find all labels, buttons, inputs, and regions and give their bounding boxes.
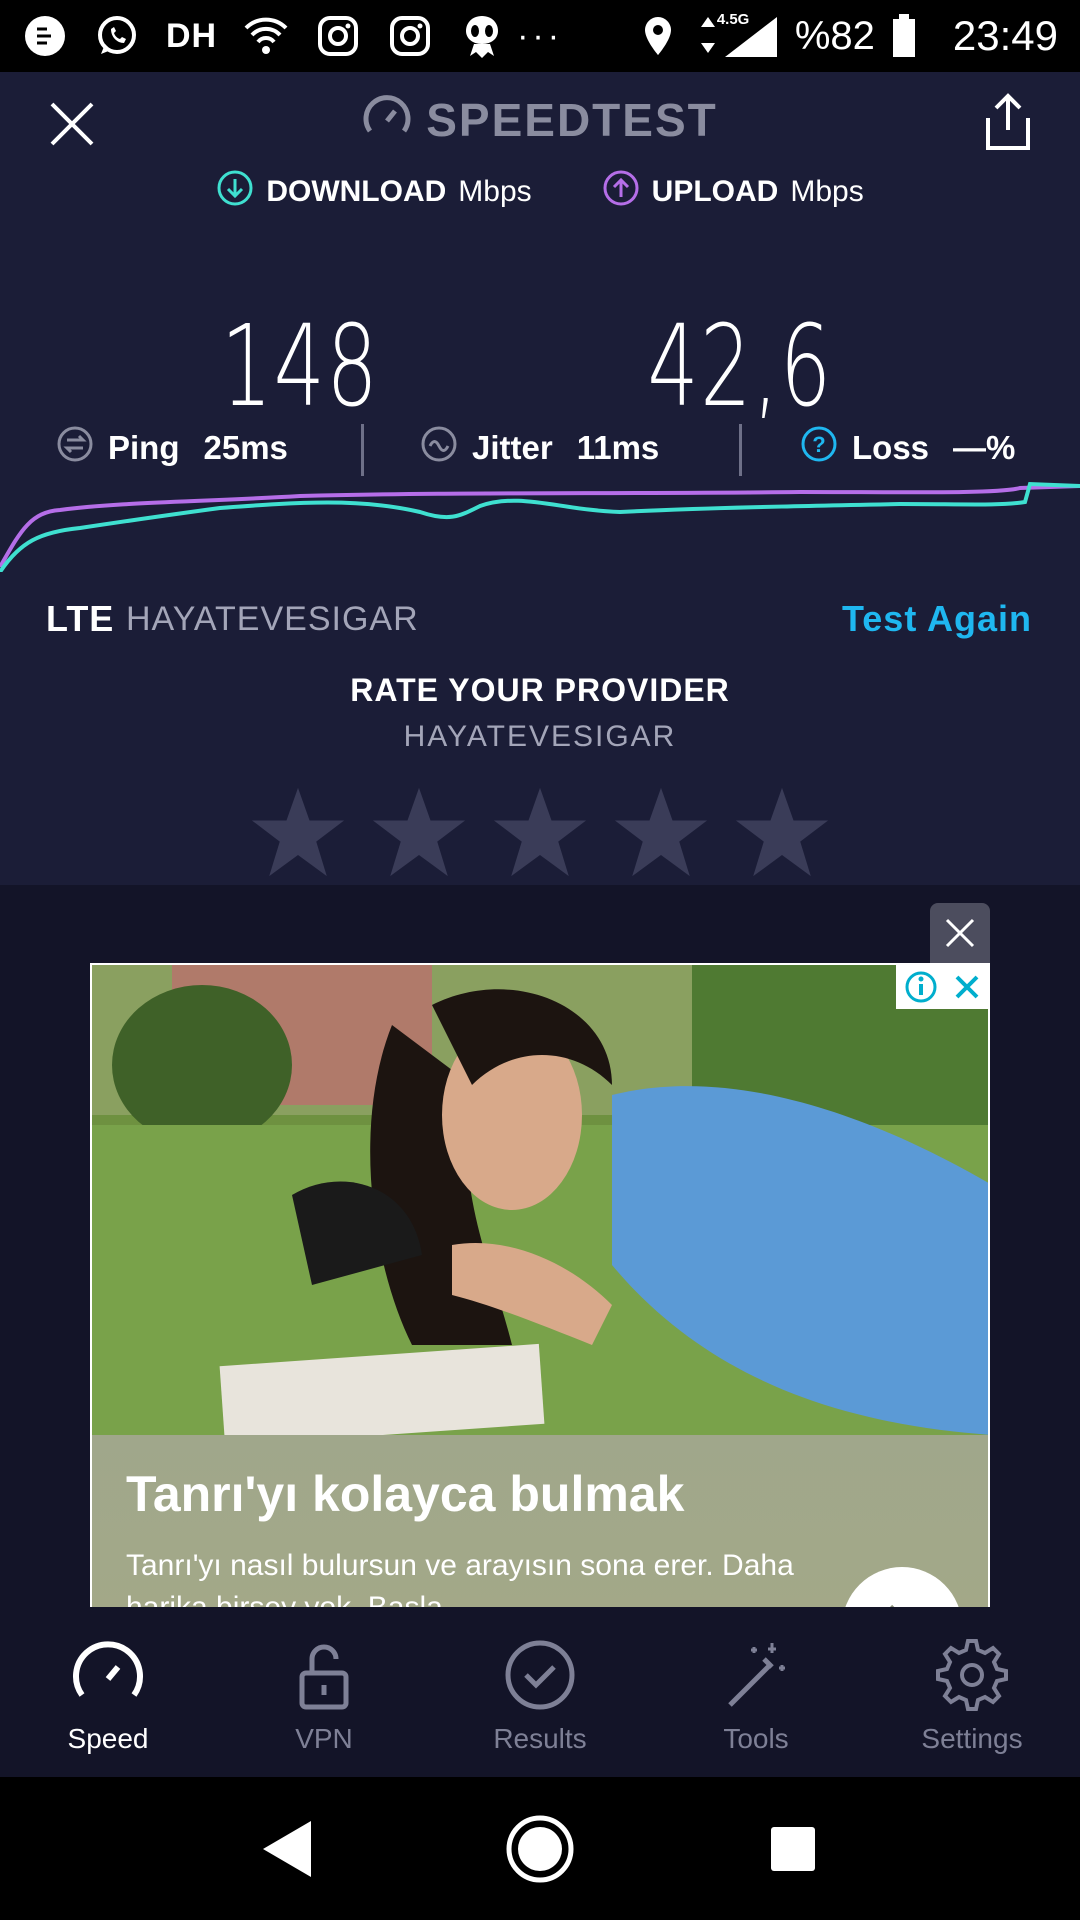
ad-card[interactable]: Tanrı'yı kolayca bulmak Tanrı'yı nasıl b… [90,963,990,1607]
ad-headline[interactable]: Tanrı'yı kolayca bulmak [126,1465,684,1523]
instagram-icon [387,13,433,59]
upload-label: UPLOAD [651,175,779,208]
ping-icon [56,425,94,471]
star-icon[interactable] [250,784,346,880]
tab-settings[interactable]: Settings [864,1607,1080,1777]
upload-speed-line [0,484,1080,568]
speed-graph [0,481,1080,572]
home-icon[interactable] [500,1809,580,1889]
ping-value: 25ms [203,429,288,466]
magic-wand-icon [728,1643,785,1707]
download-header: DOWNLOAD Mbps [216,169,532,215]
star-icon[interactable] [613,784,709,880]
test-again-button[interactable]: Test Again [842,598,1032,640]
lock-icon [299,1644,349,1710]
ad-text-panel[interactable]: Tanrı'yı kolayca bulmak Tanrı'yı nasıl b… [92,1435,988,1607]
help-icon[interactable]: ? [800,425,838,471]
app-title: SPEEDTEST [426,94,718,146]
star-icon[interactable] [734,784,830,880]
provider-row: LTE HAYATEVESIGAR Test Again [0,592,1080,648]
download-speed-line [0,481,1080,572]
status-bar: DH ··· 4.5G %82 23:49 [0,0,1080,72]
jitter-label: Jitter [472,429,553,466]
wifi-icon [243,13,289,59]
check-circle-icon [505,1640,575,1710]
download-label: DOWNLOAD [266,175,447,208]
svg-text:?: ? [812,432,825,457]
ad-body[interactable]: Tanrı'yı nasıl bulursun ve arayısın sona… [126,1545,826,1607]
share-icon[interactable] [980,92,1036,152]
network-type: 4.5G [716,11,750,28]
ad-area: Tanrı'yı kolayca bulmak Tanrı'yı nasıl b… [0,885,1080,1607]
tab-tools[interactable]: Tools [648,1607,864,1777]
jitter-icon [420,425,458,471]
upload-value: 42,6 [647,302,833,432]
speedtest-logo-icon [362,93,412,148]
instagram-icon [315,13,361,59]
info-icon[interactable] [904,970,938,1004]
loss-label: Loss [852,429,930,466]
loss-stat[interactable]: ? Loss —% [800,425,1015,471]
metrics-header: DOWNLOAD Mbps UPLOAD Mbps [0,168,1080,216]
gear-icon [936,1639,1008,1711]
clock: 23:49 [952,12,1058,59]
alien-badge-icon [459,13,505,59]
tab-label: Speed [67,1723,149,1754]
rate-provider-title: RATE YOUR PROVIDER [350,672,730,708]
upload-arrow-icon [602,169,640,215]
rate-provider-name: HAYATEVESIGAR [403,720,677,753]
ad-dismiss-icon[interactable] [953,973,981,1001]
battery-icon [889,13,919,59]
tab-vpn[interactable]: VPN [216,1607,432,1777]
download-value: 148 [220,302,380,432]
download-arrow-icon [216,169,254,215]
speedometer-icon [73,1641,143,1697]
location-icon [635,13,681,59]
ad-arrow-button[interactable] [842,1567,962,1607]
star-icon[interactable] [492,784,588,880]
app-brand: SPEEDTEST [362,93,718,148]
ping-label: Ping [108,429,180,466]
upload-unit: Mbps [790,175,864,208]
ping-stat: Ping 25ms [56,425,288,471]
top-bar: SPEEDTEST [0,72,1080,168]
stat-divider [361,424,364,476]
rating-stars [250,784,830,880]
bottom-tab-bar: Speed VPN Results Tools Settings [0,1607,1080,1777]
close-icon[interactable] [44,96,100,152]
ad-image[interactable] [92,965,990,1465]
tab-speed[interactable]: Speed [0,1607,216,1777]
chat-app-icon [22,13,68,59]
speedtest-result-screen: SPEEDTEST DOWNLOAD Mbps UPLOAD Mbps 148 … [0,72,1080,885]
back-icon[interactable] [247,1809,327,1889]
ad-choices[interactable] [896,965,988,1009]
system-nav-bar [0,1777,1080,1920]
tab-label: Tools [723,1723,789,1754]
tab-label: Settings [921,1723,1023,1754]
chevron-right-icon [890,1604,895,1607]
provider-name: HAYATEVESIGAR [126,600,419,638]
more-notifications-icon: ··· [517,16,564,55]
jitter-value: 11ms [576,429,660,466]
recents-icon[interactable] [753,1809,833,1889]
upload-header: UPLOAD Mbps [602,169,864,215]
ad-close-icon[interactable] [930,903,990,963]
tab-label: Results [493,1723,587,1754]
star-icon[interactable] [371,784,467,880]
whatsapp-icon [94,13,140,59]
connection-type: LTE [46,598,115,639]
jitter-stat: Jitter 11ms [420,425,659,471]
tab-results[interactable]: Results [432,1607,648,1777]
tab-label: VPN [295,1723,353,1754]
battery-percent: %82 [794,13,875,58]
loss-value: —% [953,429,1016,466]
stat-divider [739,424,742,476]
carrier-text: DH [166,16,218,55]
mobile-signal-icon: 4.5G [695,11,781,59]
download-unit: Mbps [458,175,532,208]
